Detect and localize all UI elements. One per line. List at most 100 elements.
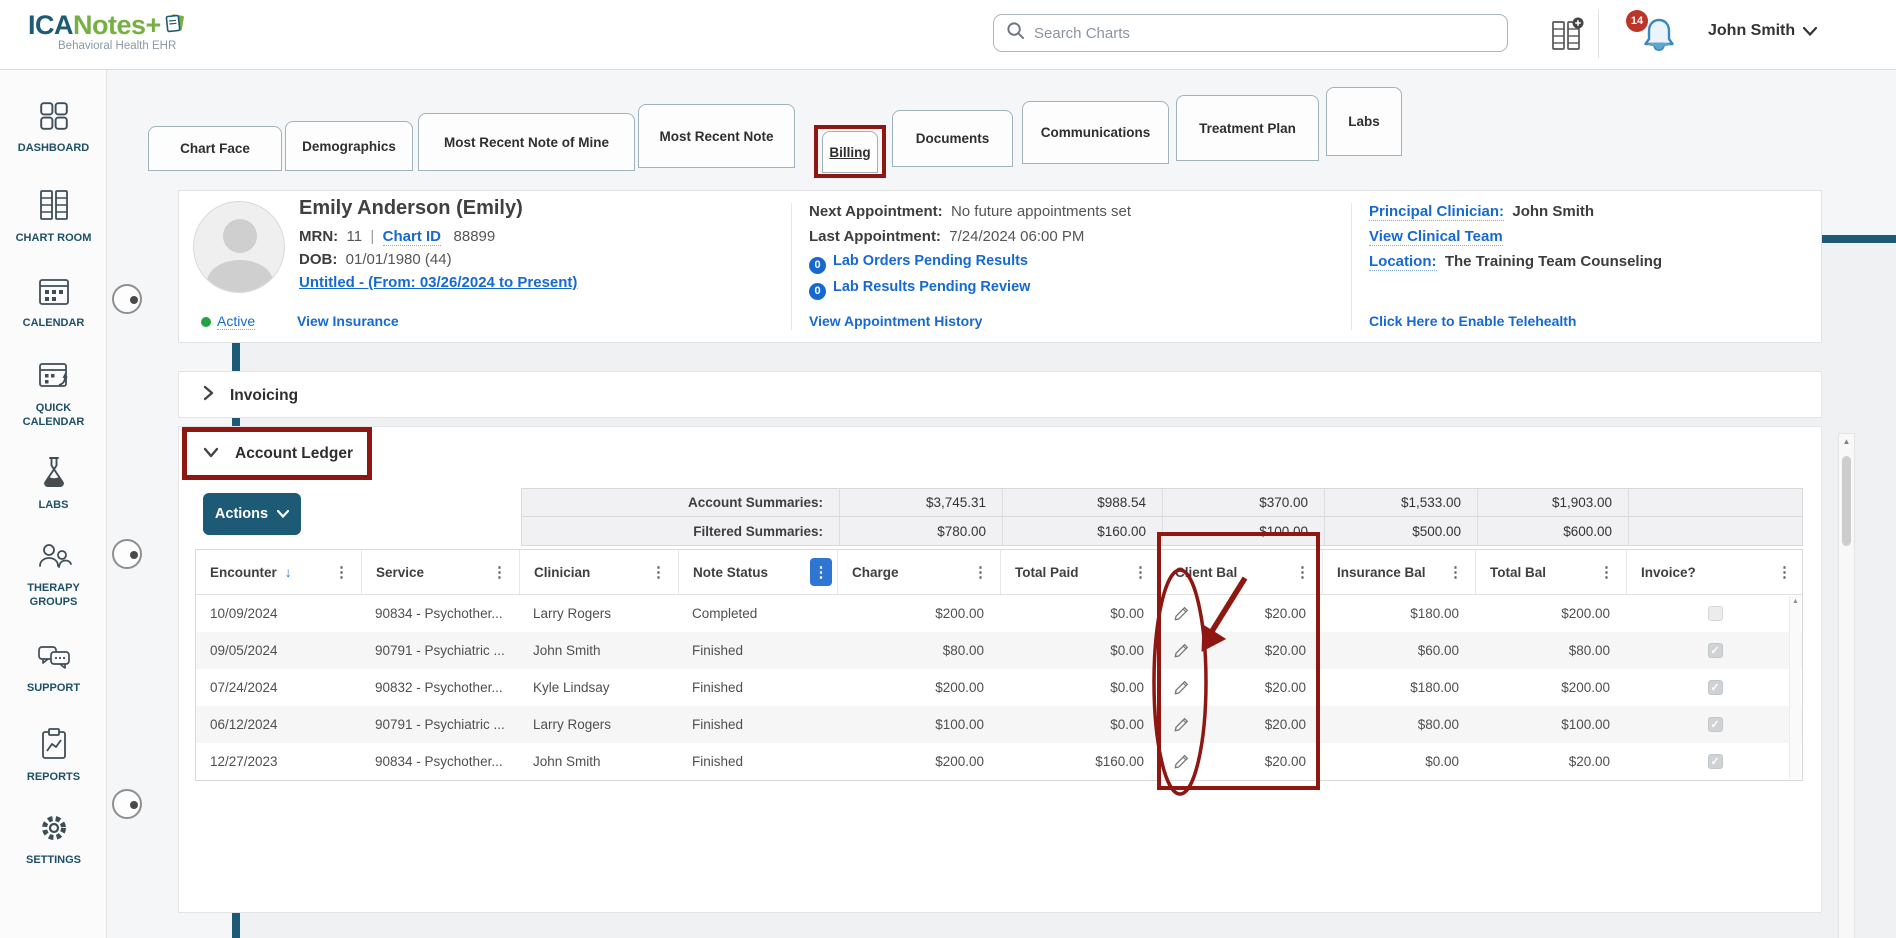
tab-most-recent-note-of-mine[interactable]: Most Recent Note of Mine <box>418 113 635 171</box>
col-header-note-status[interactable]: Note Status⋮ <box>678 550 837 594</box>
col-header-invoice[interactable]: Invoice?⋮ <box>1626 550 1804 594</box>
main-content: Chart Face Demographics Most Recent Note… <box>107 70 1896 938</box>
table-scrollbar[interactable]: ▲ <box>1789 596 1801 779</box>
search-input[interactable] <box>1034 25 1495 42</box>
tab-demographics[interactable]: Demographics <box>285 121 413 171</box>
col-header-client-bal[interactable]: Client Bal⋮ <box>1160 550 1322 594</box>
lab-orders-pending-link[interactable]: 0Lab Orders Pending Results <box>809 253 1028 274</box>
invoice-checkbox[interactable]: ✓ <box>1708 680 1723 695</box>
invoice-checkbox[interactable]: ✓ <box>1708 643 1723 658</box>
sidebar-item-therapy-groups[interactable]: THERAPY GROUPS <box>0 542 107 609</box>
account-ledger-section-toggle[interactable]: Account Ledger <box>179 427 1821 481</box>
sidebar-item-reports[interactable]: REPORTS <box>0 727 107 784</box>
col-header-service[interactable]: Service⋮ <box>361 550 519 594</box>
tab-treatment-plan[interactable]: Treatment Plan <box>1176 95 1319 161</box>
scroll-thumb[interactable] <box>1842 456 1851 546</box>
column-menu-icon[interactable]: ⋮ <box>1129 561 1152 583</box>
col-header-charge[interactable]: Charge⋮ <box>837 550 1000 594</box>
tab-most-recent-note[interactable]: Most Recent Note <box>638 104 795 168</box>
sidebar-item-support[interactable]: SUPPORT <box>0 642 107 695</box>
col-header-encounter[interactable]: Encounter↓⋮ <box>196 550 361 594</box>
column-menu-icon[interactable]: ⋮ <box>1595 561 1618 583</box>
column-menu-active-filter-icon[interactable]: ⋮ <box>810 558 832 586</box>
location-link[interactable]: Location: <box>1369 253 1437 271</box>
col-header-total-bal[interactable]: Total Bal⋮ <box>1475 550 1626 594</box>
column-menu-icon[interactable]: ⋮ <box>1773 561 1796 583</box>
ledger-table: Encounter↓⋮ Service⋮ Clinician⋮ Note Sta… <box>195 549 1803 781</box>
view-clinical-team-link[interactable]: View Clinical Team <box>1369 228 1503 245</box>
enable-telehealth-link[interactable]: Click Here to Enable Telehealth <box>1369 313 1576 329</box>
user-menu[interactable]: John Smith <box>1708 22 1817 40</box>
principal-clinician-link[interactable]: Principal Clinician: <box>1369 203 1504 221</box>
view-appointment-history-link[interactable]: View Appointment History <box>809 313 982 329</box>
location-line: Location: The Training Team Counseling <box>1369 253 1662 270</box>
settings-gear-icon <box>38 812 70 844</box>
search-icon <box>1006 21 1025 45</box>
chart-id-link[interactable]: Chart ID <box>383 228 441 246</box>
scroll-up-arrow[interactable]: ▲ <box>1839 437 1854 446</box>
sort-descending-icon: ↓ <box>285 564 292 580</box>
patient-name: Emily Anderson (Emily) <box>299 197 523 220</box>
patient-mrn-line: MRN: 11 | Chart ID 88899 <box>299 228 495 245</box>
notification-count-badge: 14 <box>1626 10 1648 32</box>
view-insurance-link[interactable]: View Insurance <box>297 313 399 329</box>
tab-chart-face[interactable]: Chart Face <box>148 126 282 171</box>
chart-search[interactable] <box>993 14 1508 52</box>
edit-client-balance-icon[interactable] <box>1174 754 1189 769</box>
mrn-value: 11 <box>347 228 363 245</box>
summaries-block: Account Summaries: $3,745.31 $988.54 $37… <box>521 488 1803 546</box>
therapy-groups-icon <box>36 542 72 572</box>
edit-client-balance-icon[interactable] <box>1174 680 1189 695</box>
ledger-row: 07/24/2024 90832 - Psychother... Kyle Li… <box>196 669 1802 706</box>
sidebar-item-settings[interactable]: SETTINGS <box>0 812 107 867</box>
invoice-checkbox[interactable]: ✓ <box>1708 754 1723 769</box>
column-menu-icon[interactable]: ⋮ <box>1444 561 1467 583</box>
edit-client-balance-icon[interactable] <box>1174 717 1189 732</box>
patient-avatar <box>193 201 285 293</box>
sidebar-item-chart-room[interactable]: CHART ROOM <box>0 188 107 245</box>
col-header-total-paid[interactable]: Total Paid⋮ <box>1000 550 1160 594</box>
actions-button[interactable]: Actions <box>203 493 301 535</box>
ledger-row: 09/05/2024 90791 - Psychiatric ... John … <box>196 632 1802 669</box>
edit-client-balance-icon[interactable] <box>1174 606 1189 621</box>
invoicing-section: Invoicing <box>178 371 1822 418</box>
notifications-bell[interactable]: 14 <box>1638 14 1684 58</box>
header-divider <box>1598 10 1599 58</box>
column-menu-icon[interactable]: ⋮ <box>488 561 511 583</box>
episode-link[interactable]: Untitled - (From: 03/26/2024 to Present) <box>299 274 577 291</box>
chevron-down-icon <box>1803 27 1817 36</box>
invoicing-section-toggle[interactable]: Invoicing <box>179 372 1821 419</box>
binder-ring <box>112 284 142 314</box>
section-scrollbar[interactable]: ▲ ▼ <box>1838 433 1855 938</box>
tab-communications[interactable]: Communications <box>1022 101 1169 164</box>
lab-results-pending-link[interactable]: 0Lab Results Pending Review <box>809 279 1030 300</box>
chevron-down-icon <box>277 510 289 518</box>
filtered-summaries-row: Filtered Summaries: $780.00 $160.00 $100… <box>522 517 1802 545</box>
lab-results-count-badge: 0 <box>809 283 826 300</box>
quick-chart-access-icon[interactable] <box>1550 17 1584 58</box>
logo-tagline: Behavioral Health EHR <box>58 40 186 52</box>
account-summaries-row: Account Summaries: $3,745.31 $988.54 $37… <box>522 489 1802 517</box>
icanotes-billing-page: ICANotes+ Behavioral Health EHR 14 <box>0 0 1896 938</box>
column-menu-icon[interactable]: ⋮ <box>969 561 992 583</box>
col-header-clinician[interactable]: Clinician⋮ <box>519 550 678 594</box>
lab-orders-count-badge: 0 <box>809 257 826 274</box>
sidebar-item-labs[interactable]: LABS <box>0 455 107 512</box>
last-appointment-line: Last Appointment: 7/24/2024 06:00 PM <box>809 228 1084 245</box>
tab-billing[interactable]: Billing <box>822 131 878 173</box>
sidebar-item-quick-calendar[interactable]: QUICK CALENDAR <box>0 360 107 429</box>
invoice-checkbox[interactable]: ✓ <box>1708 717 1723 732</box>
ledger-row: 12/27/2023 90834 - Psychother... John Sm… <box>196 743 1802 780</box>
sidebar-item-calendar[interactable]: CALENDAR <box>0 275 107 330</box>
tab-labs[interactable]: Labs <box>1326 87 1402 156</box>
sidebar-item-dashboard[interactable]: DASHBOARD <box>0 100 107 155</box>
tab-documents[interactable]: Documents <box>892 110 1013 167</box>
patient-status[interactable]: Active <box>201 313 255 329</box>
edit-client-balance-icon[interactable] <box>1174 643 1189 658</box>
col-header-insurance-bal[interactable]: Insurance Bal⋮ <box>1322 550 1475 594</box>
column-menu-icon[interactable]: ⋮ <box>330 561 353 583</box>
column-menu-icon[interactable]: ⋮ <box>647 561 670 583</box>
ledger-table-header: Encounter↓⋮ Service⋮ Clinician⋮ Note Sta… <box>196 550 1802 595</box>
invoice-checkbox[interactable]: ✓ <box>1708 606 1723 621</box>
column-menu-icon[interactable]: ⋮ <box>1291 561 1314 583</box>
